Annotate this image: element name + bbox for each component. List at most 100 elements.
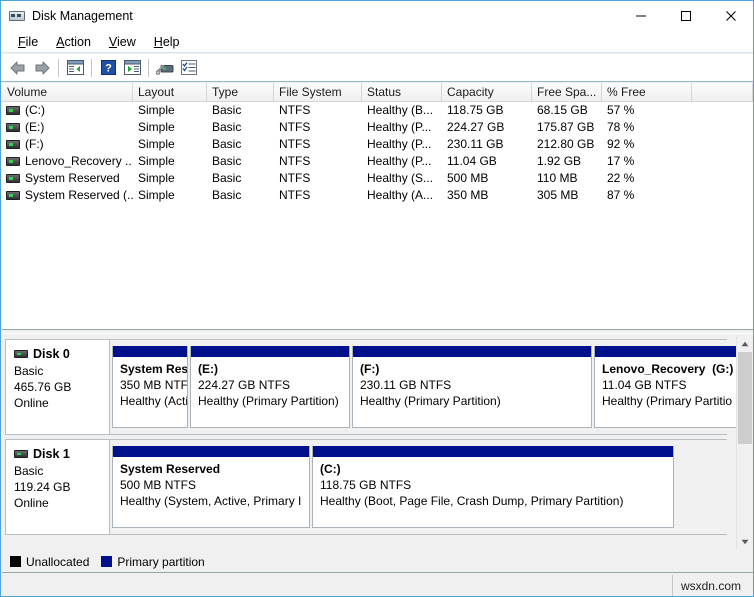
scroll-up-arrow-icon[interactable]: [737, 335, 753, 352]
column-header-percent_free[interactable]: % Free: [602, 83, 692, 101]
scroll-down-arrow-icon[interactable]: [737, 533, 753, 550]
disk-panel-disk-0[interactable]: Disk 0 Basic 465.76 GB Online System Reser 35…: [5, 339, 748, 435]
partition-c-disk1-health: Healthy (Boot, Page File, Crash Dump, Pr…: [320, 494, 624, 508]
show-hide-console-tree-button[interactable]: [63, 56, 87, 80]
cell-file_system: NTFS: [279, 120, 311, 134]
partition-lenovo-recovery-disk0[interactable]: Lenovo_Recovery (G:) 11.04 GB NTFS Healthy…: [594, 346, 746, 428]
column-header-free_space[interactable]: Free Spa...: [532, 83, 602, 101]
menu-item-help[interactable]: Help: [145, 33, 189, 51]
disk-drive-icon: [14, 450, 28, 458]
cell-file_system: NTFS: [279, 103, 311, 117]
partition-system-reserved-disk0-capacity-bar: [113, 346, 187, 357]
forward-button[interactable]: [30, 56, 54, 80]
column-header-layout[interactable]: Layout: [133, 83, 207, 101]
column-header-volume[interactable]: Volume: [2, 83, 133, 101]
volume-list-body: (C:) Simple Basic NTFS Healthy (B... 118.75 G…: [2, 102, 753, 204]
cell-layout: Simple: [138, 120, 175, 134]
scrollbar-track[interactable]: [737, 352, 753, 533]
column-header-spare[interactable]: [692, 83, 753, 101]
cell-volume: Lenovo_Recovery ...: [2, 153, 133, 170]
partition-system-reserved-disk0-text: System Reser 350 MB NTFS Healthy (Activ: [113, 357, 187, 409]
cell-file_system: NTFS: [279, 137, 311, 151]
volume-drive-icon: [6, 174, 20, 183]
separator-1: [58, 58, 59, 77]
column-header-file_system[interactable]: File System: [274, 83, 362, 101]
properties-button[interactable]: [177, 56, 201, 80]
partition-lenovo-recovery-disk0-text: Lenovo_Recovery (G:) 11.04 GB NTFS Healthy…: [595, 357, 745, 409]
menu-item-view-rest: iew: [117, 34, 136, 49]
cell-volume-label: (F:): [25, 137, 44, 151]
help-button[interactable]: ?: [96, 56, 120, 80]
cell-layout: Simple: [138, 137, 175, 151]
partition-system-reserved-disk0[interactable]: System Reser 350 MB NTFS Healthy (Activ: [112, 346, 188, 428]
cell-volume-label: System Reserved: [25, 171, 120, 185]
cell-percent_free: 17 %: [607, 154, 635, 168]
column-header-capacity[interactable]: Capacity: [442, 83, 532, 101]
table-row[interactable]: System Reserved Simple Basic NTFS Healthy (S…: [2, 170, 753, 187]
disk-0-info[interactable]: Disk 0 Basic 465.76 GB Online: [6, 340, 110, 434]
show-hide-action-pane-button[interactable]: [120, 56, 144, 80]
cell-capacity: 224.27 GB: [447, 120, 505, 134]
separator-2: [91, 58, 92, 77]
separator-3: [148, 58, 149, 77]
table-row[interactable]: (F:) Simple Basic NTFS Healthy (P... 230.11 G…: [2, 136, 753, 153]
partition-system-reserved-disk1-label: System Reserved: [120, 461, 309, 477]
cell-percent_free: 57 %: [607, 103, 635, 117]
disk-1-empty-space: [676, 446, 736, 514]
cell-percent_free: 22 %: [607, 171, 635, 185]
cell-free_space: 68.15 GB: [537, 103, 588, 117]
menu-item-help-rest: elp: [162, 34, 180, 49]
cell-volume-label: System Reserved (...: [25, 188, 133, 202]
cell-layout: Simple: [138, 103, 175, 117]
cell-capacity: 230.11 GB: [447, 137, 504, 151]
menu-item-file[interactable]: File: [9, 33, 47, 51]
graph-vertical-scrollbar[interactable]: [736, 335, 753, 550]
cell-volume: System Reserved (...: [2, 187, 133, 204]
cell-type: Basic: [212, 188, 242, 202]
partition-system-reserved-disk1-size-fs: 500 MB NTFS: [120, 478, 197, 492]
table-row[interactable]: (C:) Simple Basic NTFS Healthy (B... 118.75 G…: [2, 102, 753, 119]
menu-item-view[interactable]: View: [100, 33, 145, 51]
scrollbar-thumb[interactable]: [738, 352, 752, 444]
cell-type: Basic: [212, 171, 242, 185]
close-button[interactable]: [708, 1, 753, 31]
maximize-button[interactable]: [663, 1, 708, 31]
table-row[interactable]: System Reserved (... Simple Basic NTFS Healt…: [2, 187, 753, 204]
cell-status: Healthy (A...: [367, 188, 434, 202]
legend-primary-partition: Primary partition: [101, 554, 205, 569]
volume-drive-icon: [6, 157, 20, 166]
cell-status: Healthy (P...: [367, 154, 432, 168]
partition-f-disk0-size-fs: 230.11 GB NTFS: [360, 378, 452, 392]
cell-free_space: 212.80 GB: [537, 137, 595, 151]
disk-1-size: 119.24 GB: [14, 480, 71, 494]
partition-c-disk1-text: (C:) 118.75 GB NTFS Healthy (Boot, Page Fi…: [313, 457, 673, 509]
back-button[interactable]: [6, 56, 30, 80]
cell-layout: Simple: [138, 154, 175, 168]
minimize-button[interactable]: [618, 1, 663, 31]
partition-e-disk0[interactable]: (E:) 224.27 GB NTFS Healthy (Primary Parti…: [190, 346, 350, 428]
column-header-status[interactable]: Status: [362, 83, 442, 101]
partition-lenovo-recovery-disk0-size-fs: 11.04 GB NTFS: [602, 378, 687, 392]
partition-system-reserved-disk1[interactable]: System Reserved 500 MB NTFS Healthy (Syste…: [112, 446, 310, 528]
table-row[interactable]: (E:) Simple Basic NTFS Healthy (P... 224.27 G…: [2, 119, 753, 136]
menu-item-action[interactable]: Action: [47, 33, 100, 51]
cell-volume-label: (C:): [25, 103, 45, 117]
disk-panel-disk-1[interactable]: Disk 1 Basic 119.24 GB Online System Reserve…: [5, 439, 736, 535]
partition-e-disk0-label: (E:): [198, 361, 349, 377]
disk-1-info[interactable]: Disk 1 Basic 119.24 GB Online: [6, 440, 110, 534]
table-row[interactable]: Lenovo_Recovery ... Simple Basic NTFS Health…: [2, 153, 753, 170]
rescan-disks-button[interactable]: [153, 56, 177, 80]
partition-lenovo-recovery-disk0-capacity-bar: [595, 346, 745, 357]
pane-splitter[interactable]: [2, 329, 753, 334]
disk-management-window: Disk Management File Action View Help ? …: [0, 0, 754, 597]
legend-primary-partition-label: Primary partition: [117, 554, 205, 569]
partition-c-disk1-volume-name: (C:): [320, 462, 341, 476]
cell-free_space: 305 MB: [537, 188, 579, 202]
partition-system-reserved-disk1-health: Healthy (System, Active, Primary I: [120, 494, 302, 508]
column-header-type[interactable]: Type: [207, 83, 274, 101]
partition-f-disk0[interactable]: (F:) 230.11 GB NTFS Healthy (Primary Parti…: [352, 346, 592, 428]
disk-1-status: Online: [14, 496, 49, 510]
cell-type: Basic: [212, 103, 242, 117]
cell-type: Basic: [212, 120, 242, 134]
partition-c-disk1[interactable]: (C:) 118.75 GB NTFS Healthy (Boot, Page Fi…: [312, 446, 674, 528]
